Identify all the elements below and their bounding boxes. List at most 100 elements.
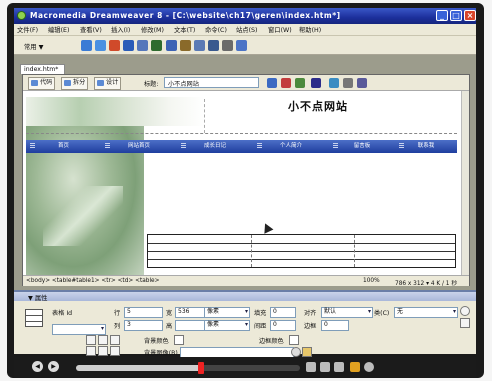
border-input[interactable]: 0: [321, 320, 349, 331]
view-options-icon[interactable]: [343, 78, 353, 88]
width-label: 宽: [166, 310, 173, 317]
nav-label: 首页: [57, 143, 69, 149]
clear-column-widths-icon[interactable]: [86, 335, 96, 345]
preview-browser-icon[interactable]: [281, 78, 291, 88]
comment-icon[interactable]: [194, 40, 205, 51]
image-icon[interactable]: [151, 40, 162, 51]
window-size-readout[interactable]: 786 x 312 ▾ 4 K / 1 秒: [395, 278, 457, 287]
bgcolor-swatch[interactable]: [174, 335, 184, 345]
vertical-scrollbar[interactable]: [461, 91, 469, 275]
media-icon[interactable]: [166, 40, 177, 51]
head-icon[interactable]: [208, 40, 219, 51]
menu-insert[interactable]: 插入(I): [111, 25, 130, 34]
document-area: index.htm* 代码 拆分 设计 标题: 小不点网站 小不点网站 首页 网…: [14, 55, 476, 290]
hyperlink-icon[interactable]: [81, 40, 92, 51]
width-unit-select[interactable]: 像素: [204, 307, 250, 318]
selected-table[interactable]: [147, 234, 456, 268]
browse-folder-icon[interactable]: [302, 347, 312, 357]
convert-heights-pixels-icon[interactable]: [86, 346, 96, 356]
cols-input[interactable]: 3: [124, 320, 163, 331]
point-to-file-icon[interactable]: [291, 347, 301, 357]
page-title-input[interactable]: 小不点网站: [164, 77, 259, 88]
class-select[interactable]: 无: [394, 307, 458, 318]
height-input[interactable]: [175, 320, 207, 331]
background-leaf-highlight: [43, 186, 123, 246]
email-link-icon[interactable]: [95, 40, 106, 51]
named-anchor-icon[interactable]: [109, 40, 120, 51]
rewind-button[interactable]: ◀: [32, 361, 43, 372]
bordercolor-swatch[interactable]: [289, 335, 299, 345]
padding-label: 填充: [254, 310, 267, 317]
insert-category-select[interactable]: 常用 ▼: [24, 42, 43, 51]
design-canvas[interactable]: 小不点网站 首页 网站首页 成长日记 个人简介 留言板 联系我: [23, 91, 461, 275]
template-icon[interactable]: [222, 40, 233, 51]
table-col-line: [354, 235, 355, 267]
fullscreen-button[interactable]: [350, 362, 360, 372]
date-icon[interactable]: [180, 40, 191, 51]
table-icon[interactable]: [123, 40, 134, 51]
convert-widths-pixels-icon[interactable]: [110, 346, 120, 356]
forward-button[interactable]: ▶: [48, 361, 59, 372]
height-unit-select[interactable]: 像素: [204, 320, 250, 331]
nav-site-home[interactable]: 网站首页: [101, 140, 177, 153]
file-management-icon[interactable]: [267, 78, 277, 88]
zoom-select[interactable]: 100%: [363, 278, 380, 284]
properties-panel: ▼ 属性 表格 Id 行 5 列 3 宽 536 像素 高 像素 填充 0 间距…: [14, 290, 476, 358]
banner-image: [26, 97, 205, 126]
volume-icon[interactable]: [364, 362, 374, 372]
seek-handle[interactable]: [198, 362, 205, 374]
convert-widths-icon[interactable]: [98, 335, 108, 345]
table-row-divider: [26, 133, 457, 134]
menu-modify[interactable]: 修改(M): [141, 25, 164, 34]
document-window: 代码 拆分 设计 标题: 小不点网站 小不点网站 首页 网站首页 成长日记 个人…: [22, 74, 470, 287]
menu-commands[interactable]: 命令(C): [205, 25, 227, 34]
convert-heights-percent-icon[interactable]: [98, 346, 108, 356]
page-title-label: 标题:: [144, 81, 159, 88]
menu-file[interactable]: 文件(F): [17, 25, 38, 34]
nav-grip-icon: [105, 143, 110, 149]
nav-profile[interactable]: 个人简介: [253, 140, 329, 153]
help-icon[interactable]: [460, 306, 470, 316]
padding-input[interactable]: 0: [270, 307, 296, 318]
design-view-label: 设计: [106, 79, 119, 86]
nav-label: 网站首页: [127, 143, 150, 149]
split-view-button[interactable]: 拆分: [61, 77, 89, 90]
close-button[interactable]: ×: [464, 10, 476, 21]
minimize-button[interactable]: _: [436, 10, 448, 21]
validate-icon[interactable]: [295, 78, 305, 88]
refresh-icon[interactable]: [329, 78, 339, 88]
spacing-input[interactable]: 0: [270, 320, 296, 331]
site-title: 小不点网站: [288, 100, 348, 113]
properties-header[interactable]: ▼ 属性: [14, 292, 476, 302]
design-view-button[interactable]: 设计: [94, 77, 122, 90]
nav-diary[interactable]: 成长日记: [177, 140, 253, 153]
quick-tag-icon[interactable]: [460, 318, 470, 328]
stop-button[interactable]: [334, 362, 344, 372]
width-input[interactable]: 536: [175, 307, 207, 318]
menu-help[interactable]: 帮助(H): [299, 25, 321, 34]
document-tab[interactable]: index.htm*: [20, 64, 65, 74]
previous-button[interactable]: [306, 362, 316, 372]
clear-row-heights-icon[interactable]: [110, 335, 120, 345]
menu-text[interactable]: 文本(T): [174, 25, 195, 34]
menu-edit[interactable]: 编辑(E): [48, 25, 70, 34]
tag-chooser-icon[interactable]: [236, 40, 247, 51]
seek-bar[interactable]: [76, 362, 300, 374]
rows-input[interactable]: 5: [124, 307, 163, 318]
layer-icon[interactable]: [137, 40, 148, 51]
dreamweaver-app-icon: [17, 11, 26, 20]
next-button[interactable]: [320, 362, 330, 372]
tag-selector[interactable]: <body> <table#table1> <tr> <td> <table>: [26, 278, 159, 284]
nav-home[interactable]: 首页: [26, 140, 101, 153]
nav-contact[interactable]: 联系我: [395, 140, 457, 153]
check-compat-icon[interactable]: [311, 78, 321, 88]
code-view-button[interactable]: 代码: [28, 77, 56, 90]
maximize-button[interactable]: □: [450, 10, 462, 21]
menu-view[interactable]: 查看(V): [80, 25, 102, 34]
table-id-select[interactable]: [52, 324, 106, 335]
align-select[interactable]: 默认: [321, 307, 373, 318]
menu-window[interactable]: 窗口(W): [268, 25, 292, 34]
menu-site[interactable]: 站点(S): [236, 25, 258, 34]
visual-aids-icon[interactable]: [357, 78, 367, 88]
nav-guestbook[interactable]: 留言板: [329, 140, 395, 153]
